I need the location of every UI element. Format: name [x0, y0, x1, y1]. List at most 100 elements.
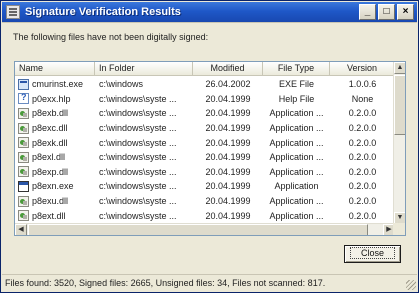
- cell-modified: 20.04.1999: [205, 181, 251, 192]
- file-name: p8exk.dll: [32, 137, 68, 148]
- cell-modified: 26.04.2002: [205, 79, 251, 90]
- cell-version: 0.2.0.0: [348, 123, 377, 134]
- close-icon: ×: [402, 6, 409, 17]
- file-name: cmurinst.exe: [32, 79, 84, 90]
- file-name: p8exn.exe: [32, 181, 74, 192]
- status-bar: Files found: 3520, Signed files: 2665, U…: [2, 274, 417, 291]
- cell-folder: c:\windows\syste ...: [99, 152, 177, 163]
- scroll-left-button[interactable]: ◀: [15, 224, 27, 235]
- close-button-label: Close: [349, 247, 395, 259]
- cell-modified: 20.04.1999: [205, 196, 251, 207]
- dll-icon: [18, 195, 29, 207]
- unsigned-files-list[interactable]: Name In Folder Modified File Type Versio…: [14, 61, 406, 236]
- cell-modified: 20.04.1999: [205, 93, 251, 104]
- minimize-button[interactable]: _: [359, 4, 376, 20]
- cell-file-type: Application ...: [269, 152, 324, 163]
- title-separator: [2, 22, 417, 23]
- table-row[interactable]: p8ext.dll c:\windows\syste ... 20.04.1999 A…: [15, 208, 395, 223]
- cell-name: p8exn.exe: [15, 180, 95, 192]
- table-row[interactable]: p8exp.dll c:\windows\syste ... 20.04.1999 A…: [15, 165, 395, 180]
- dll-icon: [18, 210, 29, 222]
- table-row[interactable]: p8exk.dll c:\windows\syste ... 20.04.1999 A…: [15, 135, 395, 150]
- cell-version: 0.2.0.0: [348, 210, 377, 221]
- table-row[interactable]: p0exx.hlp c:\windows\syste ... 20.04.1999 H…: [15, 92, 395, 107]
- dll-icon: [18, 166, 29, 178]
- table-row[interactable]: p8exn.exe c:\windows\syste ... 20.04.1999 A…: [15, 179, 395, 194]
- file-name: p0exx.hlp: [32, 93, 71, 104]
- column-header-version[interactable]: Version: [330, 62, 395, 76]
- cell-version: 0.2.0.0: [348, 137, 377, 148]
- dll-icon: [18, 107, 29, 119]
- maximize-icon: □: [383, 6, 390, 17]
- cell-modified: 20.04.1999: [205, 137, 251, 148]
- dll-icon: [18, 151, 29, 163]
- horizontal-scroll-thumb[interactable]: [28, 224, 368, 235]
- cell-modified: 20.04.1999: [205, 152, 251, 163]
- table-row[interactable]: p8exb.dll c:\windows\syste ... 20.04.1999 A…: [15, 106, 395, 121]
- column-header-modified[interactable]: Modified: [193, 62, 263, 76]
- table-row[interactable]: p8exu.dll c:\windows\syste ... 20.04.1999 A…: [15, 194, 395, 209]
- cell-version: 0.2.0.0: [348, 181, 377, 192]
- column-header-name[interactable]: Name: [15, 62, 95, 76]
- file-name: p8exc.dll: [32, 123, 68, 134]
- close-window-button[interactable]: ×: [397, 4, 414, 20]
- file-name: p8exl.dll: [32, 152, 66, 163]
- file-name: p8exb.dll: [32, 108, 69, 119]
- status-text: Files found: 3520, Signed files: 2665, U…: [5, 278, 326, 288]
- intro-text: The following files have not been digita…: [13, 32, 209, 42]
- scroll-corner: [393, 223, 405, 235]
- cell-name: p8exl.dll: [15, 151, 95, 163]
- close-button[interactable]: Close: [344, 245, 401, 263]
- column-header-file-type[interactable]: File Type: [263, 62, 330, 76]
- cell-name: p8exu.dll: [15, 195, 95, 207]
- cell-name: cmurinst.exe: [15, 78, 95, 90]
- cell-version: 0.2.0.0: [348, 196, 377, 207]
- cell-folder: c:\windows\syste ...: [99, 108, 177, 119]
- cell-folder: c:\windows\syste ...: [99, 210, 177, 221]
- cell-folder: c:\windows\syste ...: [99, 196, 177, 207]
- list-header: Name In Folder Modified File Type Versio…: [15, 62, 395, 76]
- file-name: p8ext.dll: [32, 210, 66, 221]
- horizontal-scrollbar[interactable]: ◀ ▶: [15, 223, 395, 235]
- scroll-up-button[interactable]: ▲: [394, 62, 405, 74]
- maximize-button[interactable]: □: [378, 4, 395, 20]
- exe-icon: [18, 78, 29, 90]
- cell-name: p8exb.dll: [15, 107, 95, 119]
- cell-file-type: Application ...: [269, 166, 324, 177]
- cell-name: p8exc.dll: [15, 122, 95, 134]
- signature-verification-dialog: Signature Verification Results _ □ × The…: [0, 0, 419, 293]
- cell-name: p8exk.dll: [15, 137, 95, 149]
- cell-modified: 20.04.1999: [205, 123, 251, 134]
- cell-name: p8exp.dll: [15, 166, 95, 178]
- cell-file-type: Application ...: [269, 108, 324, 119]
- dll-icon: [18, 137, 29, 149]
- column-header-folder[interactable]: In Folder: [95, 62, 193, 76]
- vertical-scroll-thumb[interactable]: [394, 75, 405, 135]
- cell-modified: 20.04.1999: [205, 166, 251, 177]
- title-bar[interactable]: Signature Verification Results _ □ ×: [2, 2, 417, 22]
- cell-file-type: EXE File: [278, 79, 314, 90]
- cell-modified: 20.04.1999: [205, 108, 251, 119]
- cell-file-type: Application ...: [269, 137, 324, 148]
- cell-version: 0.2.0.0: [348, 166, 377, 177]
- cell-version: None: [351, 93, 374, 104]
- vertical-scrollbar[interactable]: ▲ ▼: [393, 62, 405, 224]
- cell-version: 1.0.0.6: [348, 79, 377, 90]
- document-list-icon: [6, 5, 20, 19]
- cell-name: p8ext.dll: [15, 210, 95, 222]
- cell-folder: c:\windows\syste ...: [99, 123, 177, 134]
- cell-folder: c:\windows\syste ...: [99, 137, 177, 148]
- cell-file-type: Application: [274, 181, 319, 192]
- cell-folder: c:\windows: [99, 79, 144, 90]
- cell-folder: c:\windows\syste ...: [99, 166, 177, 177]
- cell-file-type: Application ...: [269, 210, 324, 221]
- dll-icon: [18, 122, 29, 134]
- table-row[interactable]: cmurinst.exe c:\windows 26.04.2002 EXE File…: [15, 77, 395, 92]
- file-name: p8exu.dll: [32, 196, 69, 207]
- table-row[interactable]: p8exc.dll c:\windows\syste ... 20.04.1999 A…: [15, 121, 395, 136]
- cell-folder: c:\windows\syste ...: [99, 181, 177, 192]
- help-icon: [18, 93, 29, 105]
- cell-name: p0exx.hlp: [15, 93, 95, 105]
- table-row[interactable]: p8exl.dll c:\windows\syste ... 20.04.1999 A…: [15, 150, 395, 165]
- resize-grip-icon[interactable]: [406, 280, 416, 290]
